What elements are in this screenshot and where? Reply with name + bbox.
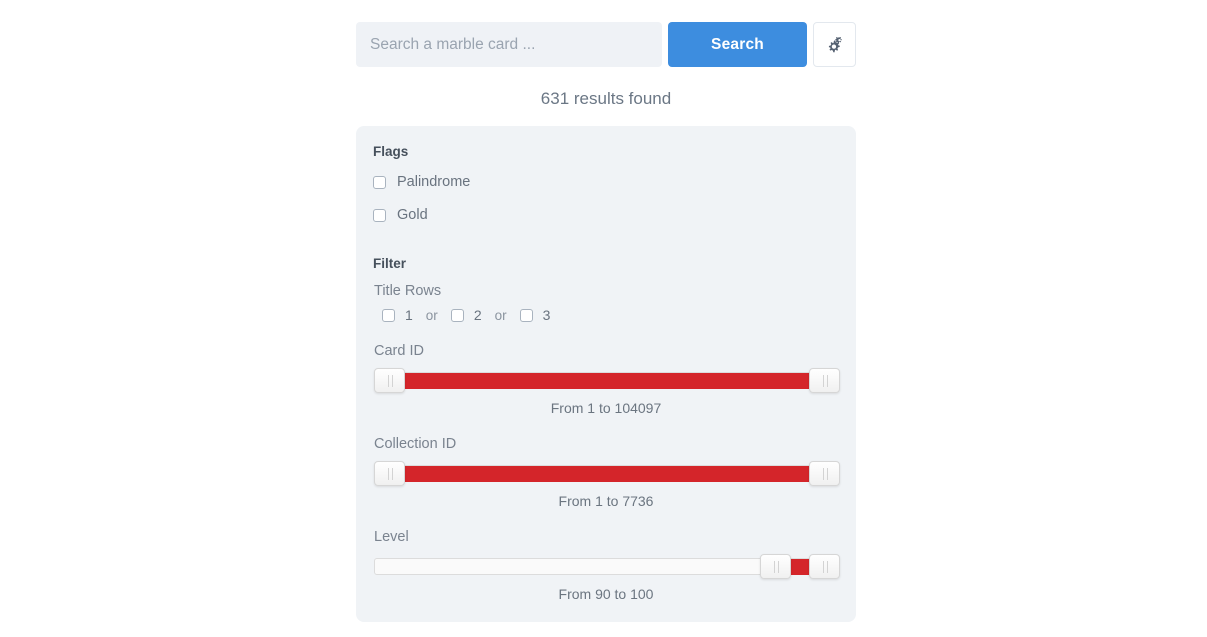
flag-palindrome[interactable]: Palindrome [373,171,839,193]
title-rows-separator-1: or [425,307,438,323]
collection-id-label: Collection ID [374,436,457,452]
flag-gold-label[interactable]: Gold [397,207,428,223]
card-id-range-caption: From 1 to 104097 [550,400,662,416]
card-id-label: Card ID [374,343,424,359]
collection-id-slider-fill [404,466,810,482]
flags-heading: Flags [373,144,409,159]
results-count: 631 results found [540,89,672,108]
search-input[interactable] [356,22,662,67]
title-rows-label-2[interactable]: 2 [474,307,482,323]
title-rows-label-1[interactable]: 1 [405,307,413,323]
level-slider[interactable] [374,554,841,579]
collection-id-slider[interactable] [374,461,841,486]
title-rows-checkbox-3[interactable] [519,308,533,322]
flag-gold-checkbox[interactable] [373,208,386,222]
search-page-container: Search 631 results found Fl [356,0,856,637]
title-rows-checkbox-1[interactable] [382,308,395,322]
card-id-slider[interactable] [374,368,841,393]
title-rows-options: 1 or 2 or 3 [382,307,839,323]
collection-id-range-caption: From 1 to 7736 [558,493,654,509]
title-rows-separator-2: or [494,307,507,323]
level-range-caption: From 90 to 100 [558,586,654,602]
card-id-slider-fill [404,373,810,389]
level-label: Level [374,529,409,545]
title-rows-label-3[interactable]: 3 [543,307,551,323]
collection-id-handle-min[interactable] [374,461,405,486]
filters-panel: Flags Palindrome Gold Filter Title Rows … [356,126,856,622]
search-bar: Search [356,22,856,67]
title-rows-label: Title Rows [374,283,442,299]
card-id-handle-min[interactable] [374,368,405,393]
settings-button[interactable] [813,22,856,67]
cogs-icon [825,36,844,54]
flag-gold[interactable]: Gold [373,204,839,226]
title-rows-checkbox-2[interactable] [450,308,464,322]
search-button[interactable]: Search [668,22,807,67]
card-id-handle-max[interactable] [809,368,841,393]
flag-palindrome-label[interactable]: Palindrome [397,174,470,190]
level-handle-max[interactable] [809,554,841,579]
level-handle-min[interactable] [759,554,791,579]
level-slider-fill [791,559,810,575]
page-root: Search 631 results found Fl [0,0,1207,637]
filter-heading: Filter [373,256,407,271]
flag-palindrome-checkbox[interactable] [373,175,386,189]
collection-id-handle-max[interactable] [809,461,841,486]
